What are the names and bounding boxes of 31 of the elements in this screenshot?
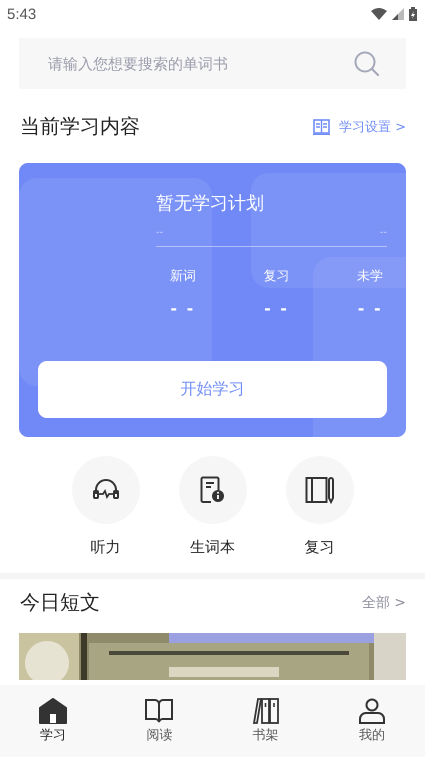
plan-title: 暂无学习计划 [156,192,265,215]
stat-label: 新词 [170,268,196,285]
plan-value: -- [156,227,164,238]
stat-label: 未学 [357,268,384,285]
section-title: 当前学习内容 [20,113,140,140]
home-icon [39,698,68,724]
stat-label: 复习 [264,268,290,285]
plan-value: -- [380,227,387,238]
bookshelf-icon [252,698,280,724]
signal-icon [392,8,404,20]
battery-icon [409,7,417,21]
shortcut-label: 复习 [304,538,334,557]
section-title: 今日短文 [20,589,100,616]
search-field[interactable]: 请输入您想要搜索的单词书 [19,38,406,89]
person-icon [358,698,386,724]
book-icon [145,698,174,724]
wifi-icon [371,8,387,20]
nav-tab[interactable]: 我的 [318,685,425,757]
stat-value: - - [170,299,196,318]
shortcut-label: 生词本 [190,538,235,557]
nav-tab[interactable]: 书架 [212,685,319,757]
status-time: 5:43 [7,6,36,22]
nav-tab[interactable]: 阅读 [106,685,212,757]
shortcut-label: 听力 [90,538,120,557]
book-icon[interactable] [312,118,330,134]
document-info-icon [200,476,226,504]
stat-value: - - [358,299,383,318]
headphones-icon [92,478,120,502]
notebook-pencil-icon [304,476,334,504]
nav-tab[interactable]: 学习 [0,685,106,757]
stat-value: - - [264,299,289,318]
